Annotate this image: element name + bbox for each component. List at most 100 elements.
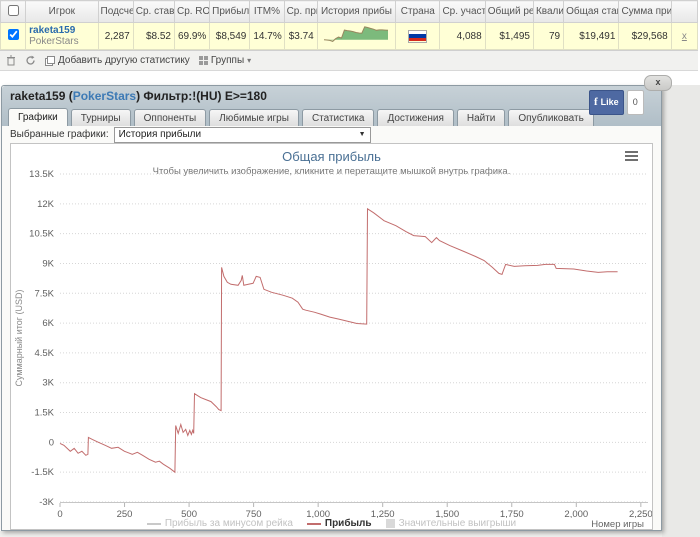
legend-item-profit-minus-rake[interactable]: Прибыль за минусом рейка	[146, 518, 293, 529]
col-avg-ro[interactable]: Ср. RO	[173, 0, 211, 23]
panel-header: raketa159 (PokerStars) Фильтр:!(HU) E>=1…	[2, 75, 672, 115]
svg-text:12K: 12K	[37, 199, 55, 210]
delete-button[interactable]	[6, 55, 16, 66]
refresh-button[interactable]	[25, 55, 36, 66]
avg-ro-value: 69.9%	[173, 22, 211, 50]
avg-stake-value: $8.52	[132, 22, 175, 50]
svg-text:Суммарный итог (USD): Суммарный итог (USD)	[14, 289, 24, 386]
panel-top-band: raketa159 (PokerStars) Фильтр:!(HU) E>=1…	[2, 75, 672, 126]
history-sparkline-cell[interactable]	[316, 22, 397, 50]
svg-text:0: 0	[49, 437, 54, 448]
profit-sparkline-chart[interactable]	[323, 25, 390, 45]
svg-text:2,000: 2,000	[564, 509, 588, 518]
trash-icon	[7, 55, 15, 66]
graph-selector-row: Выбранные графики: История прибыли ▼	[2, 126, 661, 143]
like-count-badge: 0	[626, 90, 644, 115]
avg-entrants-value: 4,088	[439, 22, 486, 50]
add-statistic-label: Добавить другую статистику	[58, 55, 190, 66]
x-axis-title: Номер игры	[591, 519, 644, 530]
col-total-stakes[interactable]: Общая став	[563, 0, 620, 23]
legend-line-icon	[146, 522, 161, 525]
tab-publish[interactable]: Опубликовать	[508, 109, 594, 126]
tab-favorite-games[interactable]: Любимые игры	[209, 109, 299, 126]
svg-text:0: 0	[57, 509, 62, 518]
svg-text:250: 250	[117, 509, 133, 518]
remove-row-link[interactable]: x	[682, 31, 687, 42]
col-avg-entrants[interactable]: Ср. участни	[439, 0, 486, 23]
panel-title: raketa159 (PokerStars) Фильтр:!(HU) E>=1…	[10, 89, 267, 103]
graph-selector-label: Выбранные графики:	[10, 129, 109, 140]
legend-item-big-wins[interactable]: Значительные выигрыши	[385, 518, 516, 529]
col-total-rake[interactable]: Общий рей	[484, 0, 534, 23]
svg-text:1,750: 1,750	[500, 509, 524, 518]
svg-text:13.5K: 13.5K	[29, 170, 54, 180]
col-remove	[670, 0, 699, 23]
col-itm[interactable]: ITM%	[249, 0, 285, 23]
chart-legend: Прибыль за минусом рейка Прибыль Значите…	[11, 518, 652, 529]
add-window-icon	[45, 55, 55, 66]
stats-toolbar: Добавить другую статистику Группы ▾	[0, 50, 698, 71]
total-stakes-value: $19,491	[563, 22, 620, 50]
legend-square-icon	[385, 519, 395, 528]
col-total-prizes[interactable]: Сумма призо	[618, 0, 672, 23]
facebook-icon: f	[594, 96, 598, 108]
profit-value: $8,549	[209, 22, 251, 50]
total-rake-value: $1,495	[484, 22, 534, 50]
panel-close-button[interactable]: x	[644, 75, 672, 91]
svg-text:9K: 9K	[42, 258, 54, 269]
profit-line-chart[interactable]: -3K -1.5K 0 1.5K 3K 4.5K 6K 7.5K 9K 10.5K 12K 13.5K…	[11, 170, 652, 518]
svg-text:1,000: 1,000	[306, 509, 330, 518]
count-value: 2,287	[97, 22, 134, 50]
svg-text:1,500: 1,500	[435, 509, 459, 518]
svg-text:2,250: 2,250	[629, 509, 652, 518]
chart-menu-icon[interactable]	[625, 151, 638, 163]
player-name-link[interactable]: raketa159	[29, 25, 94, 36]
groups-label: Группы	[210, 55, 245, 66]
avg-profit-value: $3.74	[283, 22, 318, 50]
svg-text:4.5K: 4.5K	[34, 348, 54, 359]
tab-tournaments[interactable]: Турниры	[70, 109, 131, 126]
groups-button[interactable]: Группы ▾	[198, 55, 252, 66]
total-prizes-value: $29,568	[618, 22, 672, 50]
facebook-like-widget[interactable]: f Like 0	[589, 90, 644, 115]
facebook-like-button[interactable]: f Like	[589, 90, 624, 115]
page-background-bottom	[0, 531, 662, 537]
select-all-checkbox[interactable]	[7, 4, 19, 16]
player-site-label: PokerStars	[29, 36, 79, 47]
svg-text:750: 750	[246, 509, 262, 518]
graph-select[interactable]: История прибыли ▼	[113, 126, 371, 143]
stats-header-row: Игрок Подсчет Ср. ставк Ср. RO Прибыль I…	[0, 0, 699, 23]
chart-title: Общая прибыль	[282, 149, 381, 164]
player-cell: raketa159 PokerStars	[25, 22, 99, 50]
col-history[interactable]: История прибы	[316, 0, 397, 23]
page: Игрок Подсчет Ср. ставк Ср. RO Прибыль I…	[0, 0, 700, 537]
country-cell	[395, 22, 441, 50]
svg-text:7.5K: 7.5K	[34, 288, 54, 299]
russia-flag-icon	[408, 29, 428, 43]
col-count[interactable]: Подсчет	[97, 0, 134, 23]
col-quals[interactable]: Квали	[532, 0, 565, 23]
col-avg-stake[interactable]: Ср. ставк	[132, 0, 175, 23]
chevron-down-icon: ▼	[358, 131, 366, 138]
profit-chart-container: Общая прибыль Чтобы увеличить изображени…	[10, 143, 653, 530]
tab-bar: Графики Турниры Оппоненты Любимые игры С…	[2, 107, 661, 126]
tab-statistics[interactable]: Статистика	[301, 109, 375, 126]
legend-line-icon	[306, 522, 321, 525]
tab-achievements[interactable]: Достижения	[377, 109, 454, 126]
tab-graphs[interactable]: Графики	[8, 108, 68, 126]
svg-text:3K: 3K	[42, 378, 54, 389]
stats-table: Игрок Подсчет Ср. ставк Ср. RO Прибыль I…	[0, 0, 699, 50]
add-statistic-button[interactable]: Добавить другую статистику	[45, 55, 190, 66]
legend-item-profit[interactable]: Прибыль	[306, 518, 372, 529]
table-row: raketa159 PokerStars 2,287 $8.52 69.9% $…	[0, 22, 699, 50]
site-link[interactable]: PokerStars	[73, 89, 136, 103]
col-avg-profit[interactable]: Ср. при	[283, 0, 318, 23]
col-player[interactable]: Игрок	[25, 0, 99, 23]
row-checkbox[interactable]	[7, 29, 19, 40]
svg-text:6K: 6K	[42, 318, 54, 329]
col-country[interactable]: Страна	[395, 0, 441, 23]
tab-opponents[interactable]: Оппоненты	[133, 109, 207, 126]
groups-caret-icon: ▾	[247, 56, 252, 65]
col-profit[interactable]: Прибыль	[209, 0, 251, 23]
tab-find[interactable]: Найти	[456, 109, 506, 126]
